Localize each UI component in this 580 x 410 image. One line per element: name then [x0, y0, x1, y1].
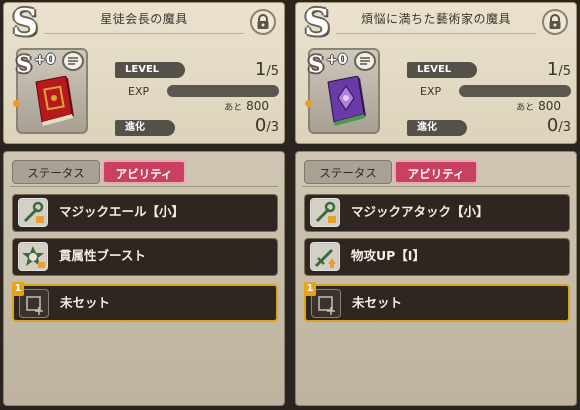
- ability-slot-3[interactable]: 1 未セット: [304, 282, 570, 322]
- slot-number-badge: 1: [12, 282, 24, 296]
- tab-status[interactable]: ステータス: [12, 160, 100, 184]
- ability-slot-3[interactable]: 1 未セット: [12, 282, 278, 322]
- tab-ability[interactable]: アビリティ: [102, 160, 186, 184]
- lock-icon: [257, 14, 269, 29]
- lock-button[interactable]: [542, 9, 568, 35]
- item-thumbnail[interactable]: S +0: [305, 48, 380, 134]
- ability-slot-2[interactable]: 物攻UP【Ⅰ】: [304, 238, 570, 276]
- evolution-value: 0/3: [546, 115, 571, 136]
- tab-divider: [10, 186, 278, 187]
- sword-up-icon: [310, 242, 340, 271]
- ability-name: 未セット: [352, 295, 403, 310]
- ability-section: ステータス アビリティ マジックアタック【小】 物攻UP【Ⅰ】 1 未セット: [295, 151, 577, 406]
- exp-bar: [167, 85, 279, 97]
- rank-badge: S: [304, 2, 330, 44]
- exp-label: EXP: [420, 85, 442, 98]
- lock-icon: [549, 14, 561, 29]
- level-label: LEVEL: [407, 62, 477, 78]
- lock-button[interactable]: [250, 9, 276, 35]
- slot-number-badge: 1: [304, 282, 316, 296]
- evolution-label: 進化: [115, 120, 175, 136]
- exp-label: EXP: [128, 85, 150, 98]
- ability-name: 物攻UP【Ⅰ】: [351, 248, 425, 263]
- notification-dot: [305, 100, 312, 107]
- ability-name: 貫属性ブースト: [59, 248, 146, 263]
- level-value: 1/5: [546, 59, 571, 80]
- detail-button[interactable]: [62, 51, 84, 71]
- red-tome-icon: [35, 76, 74, 126]
- tab-ability[interactable]: アビリティ: [394, 160, 478, 184]
- plus-value: +0: [34, 52, 56, 68]
- item-rank-badge: S: [308, 52, 324, 78]
- exp-remaining: あと 800: [516, 99, 561, 113]
- equipment-card: S 煩悩に満ちた藝術家の魔具 S +0 LEVEL 1/5 EXP あと 800…: [295, 2, 577, 144]
- ability-name: マジックアタック【小】: [351, 204, 489, 219]
- tab-status[interactable]: ステータス: [304, 160, 392, 184]
- item-thumbnail[interactable]: S +0: [13, 48, 88, 134]
- equipment-panel-left: S 星徒会長の魔具 S +0 LEVEL 1/5 EXP あと 800 進化 0…: [0, 0, 288, 410]
- title-divider: [44, 33, 244, 34]
- item-rank-badge: S: [16, 52, 32, 78]
- menu-lines-icon: [360, 57, 370, 65]
- ability-section: ステータス アビリティ マジックエール【小】 貫属性ブースト 1 未セット: [3, 151, 285, 406]
- equipment-panel-right: S 煩悩に満ちた藝術家の魔具 S +0 LEVEL 1/5 EXP あと 800…: [292, 0, 580, 410]
- level-label: LEVEL: [115, 62, 185, 78]
- level-value: 1/5: [254, 59, 279, 80]
- purple-tome-icon: [327, 76, 366, 126]
- rank-badge: S: [12, 2, 38, 44]
- notification-dot: [13, 100, 20, 107]
- equipment-title: 星徒会長の魔具: [100, 12, 188, 26]
- ability-slot-2[interactable]: 貫属性ブースト: [12, 238, 278, 276]
- ability-name: マジックエール【小】: [59, 204, 185, 219]
- equipment-title: 煩悩に満ちた藝術家の魔具: [360, 12, 511, 26]
- detail-button[interactable]: [354, 51, 376, 71]
- evolution-label: 進化: [407, 120, 467, 136]
- ability-slot-1[interactable]: マジックアタック【小】: [304, 194, 570, 232]
- menu-lines-icon: [68, 57, 78, 65]
- exp-remaining: あと 800: [224, 99, 269, 113]
- attribute-burst-icon: [18, 242, 48, 271]
- plus-value: +0: [326, 52, 348, 68]
- evolution-value: 0/3: [254, 115, 279, 136]
- equipment-card: S 星徒会長の魔具 S +0 LEVEL 1/5 EXP あと 800 進化 0…: [3, 2, 285, 144]
- title-divider: [336, 33, 536, 34]
- ability-slot-1[interactable]: マジックエール【小】: [12, 194, 278, 232]
- exp-bar: [459, 85, 571, 97]
- ability-name: 未セット: [60, 295, 111, 310]
- wrench-staff-icon: [310, 198, 340, 227]
- tab-divider: [302, 186, 570, 187]
- wrench-staff-icon: [18, 198, 48, 227]
